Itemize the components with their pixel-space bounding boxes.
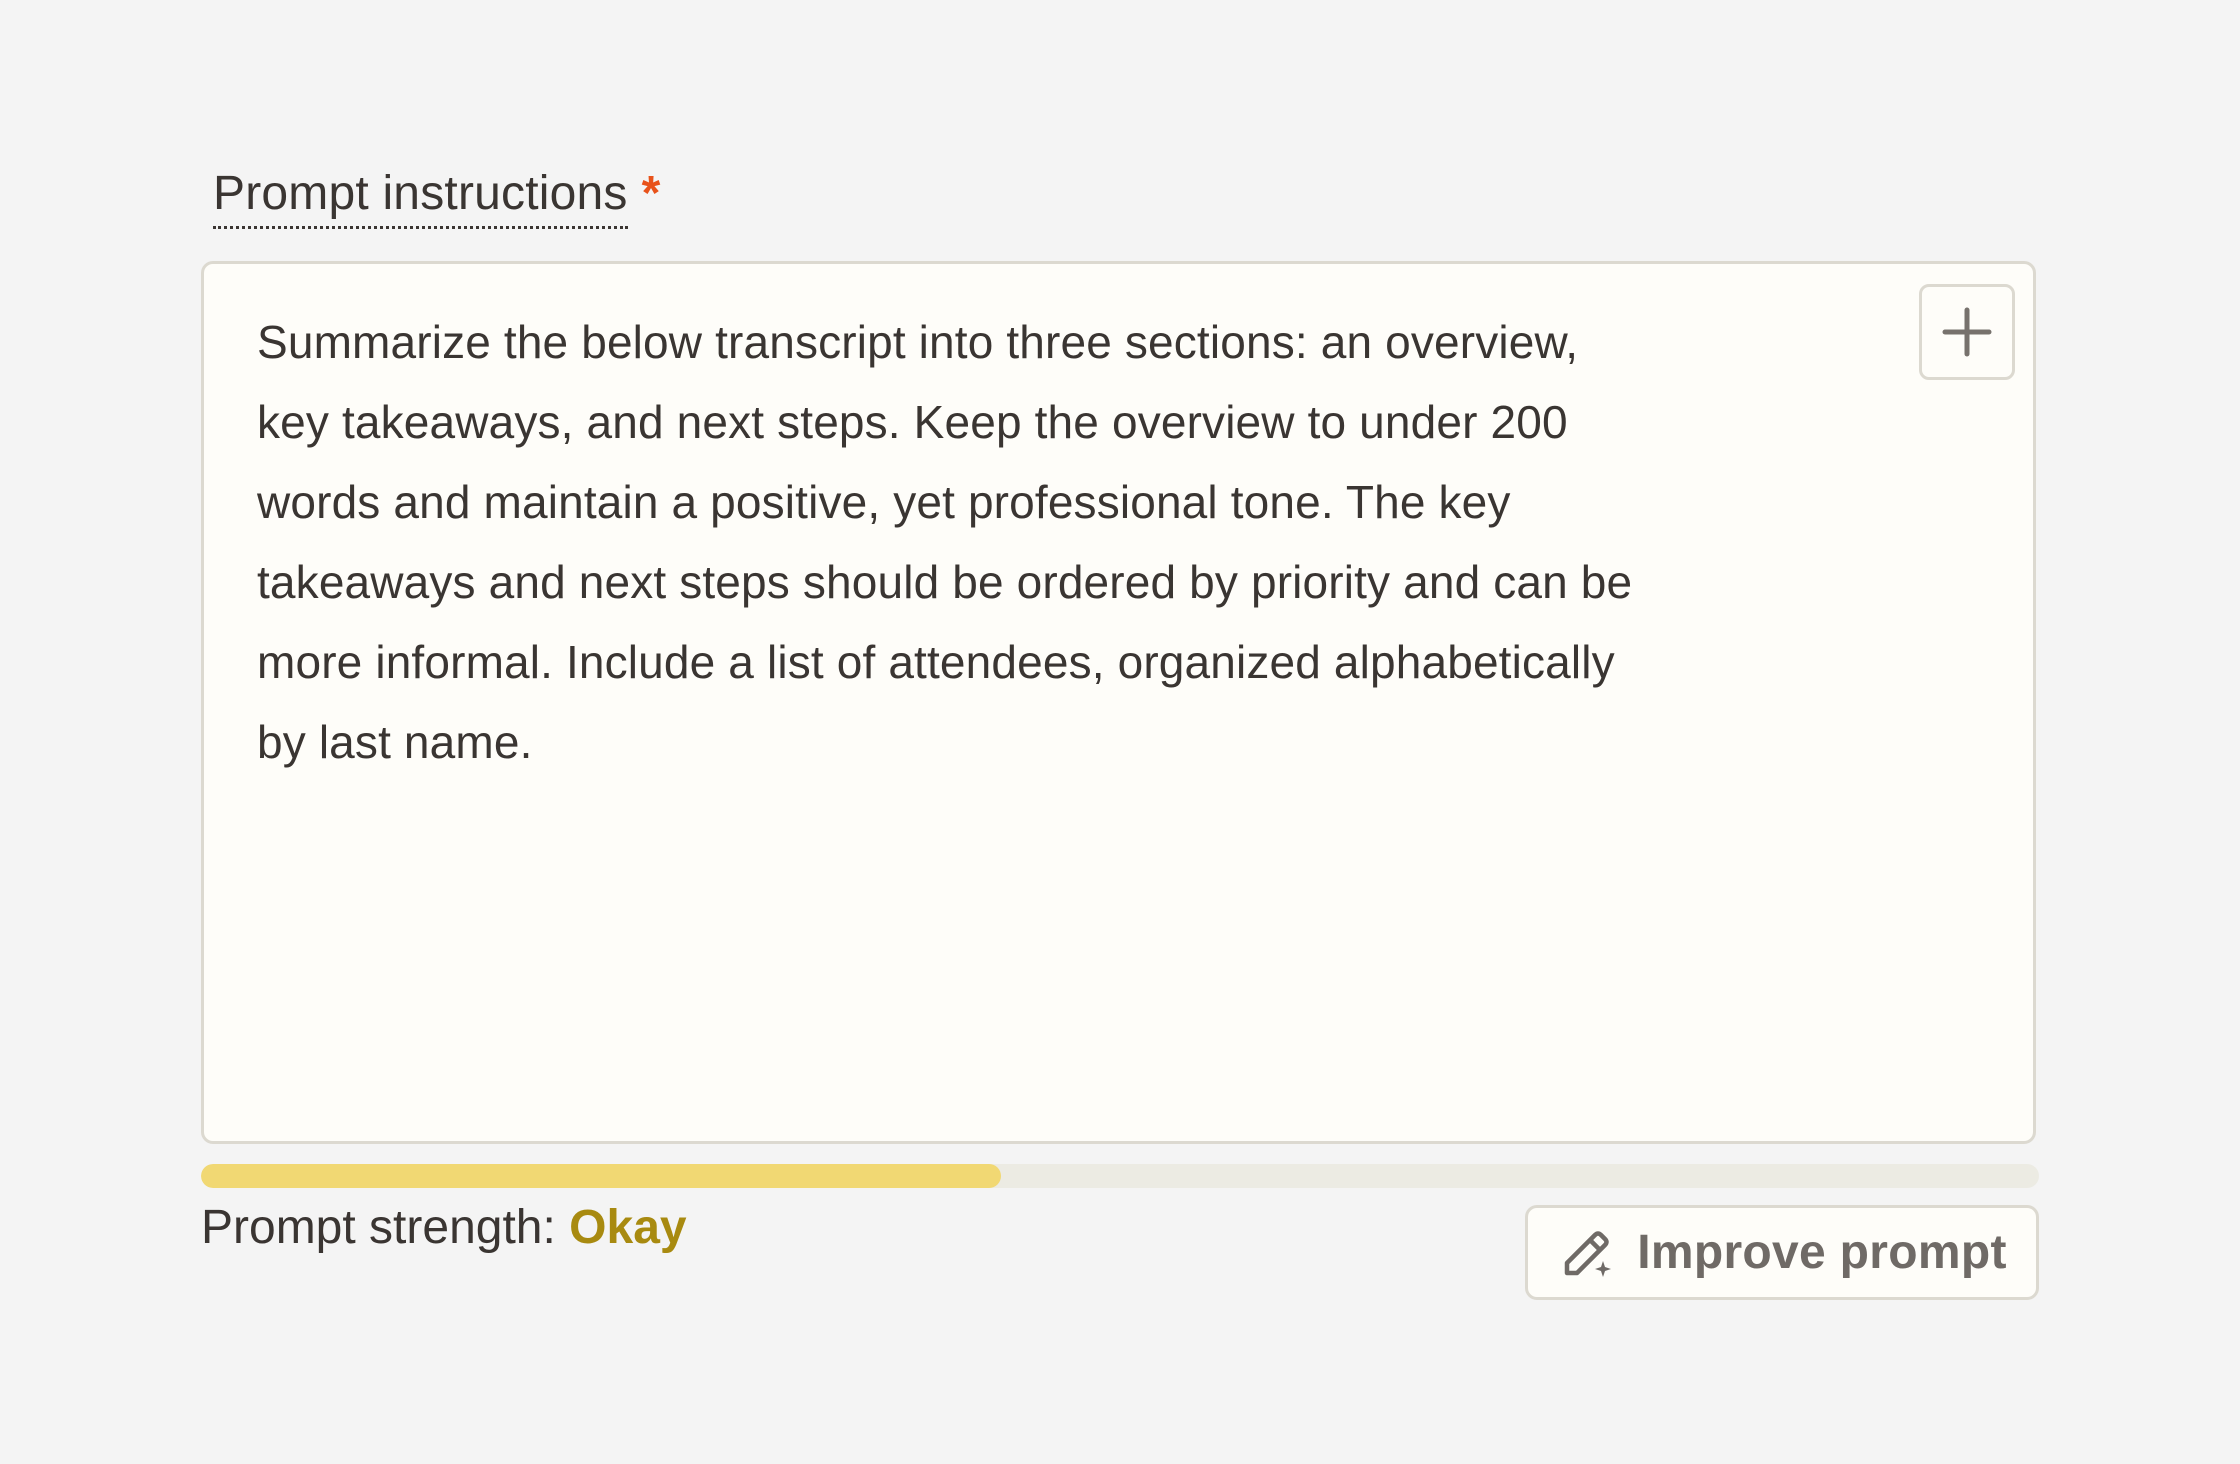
required-asterisk: * [641,167,661,220]
prompt-strength-text: Prompt strength: Okay [201,1198,687,1258]
field-label: Prompt instructions * [213,165,661,229]
prompt-instructions-textarea[interactable]: Summarize the below transcript into thre… [201,261,2036,1144]
improve-prompt-label[interactable]: Improve prompt [1637,1225,2007,1280]
prompt-strength-bar [201,1164,2039,1188]
prompt-instructions-text[interactable]: Summarize the below transcript into thre… [257,302,1837,782]
prompt-strength-fill [201,1164,1001,1188]
prompt-strength-label: Prompt strength: [201,1201,556,1254]
improve-prompt-button[interactable]: Improve prompt [1525,1205,2039,1300]
plus-icon [1942,307,1992,357]
pencil-sparkle-icon [1557,1223,1617,1283]
add-variable-button[interactable] [1919,284,2015,380]
prompt-instructions-label: Prompt instructions [213,167,628,229]
prompt-strength-value: Okay [569,1201,687,1254]
